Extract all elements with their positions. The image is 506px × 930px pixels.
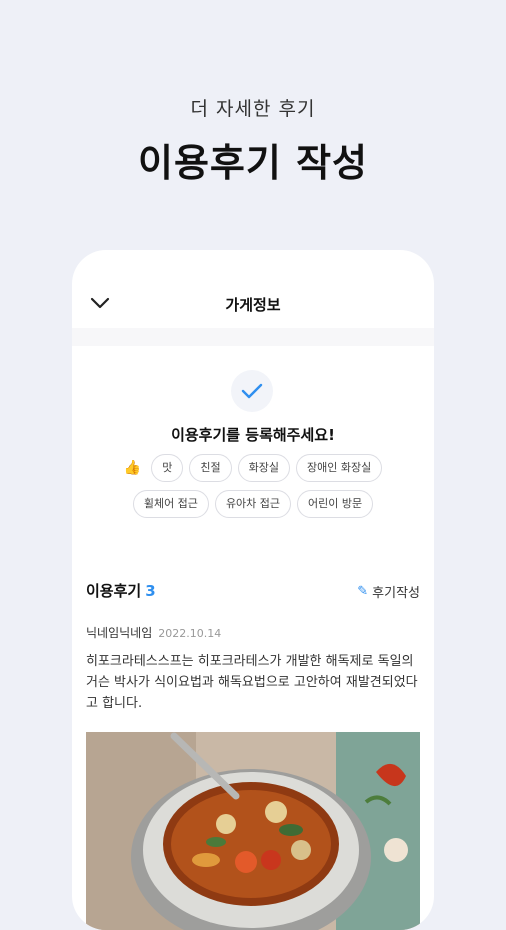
section-divider	[72, 328, 434, 346]
promo-subtitle: 더 자세한 후기	[190, 98, 316, 120]
review-photo[interactable]	[86, 732, 420, 930]
tag-row-2: 휠체어 접근 유아차 접근 어린이 방문	[72, 490, 434, 518]
tag-row-1: 👍 맛 친절 화장실 장애인 화장실	[72, 454, 434, 482]
tag-chip[interactable]: 유아차 접근	[214, 490, 292, 518]
tag-chip[interactable]: 휠체어 접근	[132, 490, 209, 518]
thumbs-up-icon: 👍	[123, 460, 142, 476]
tag-chip[interactable]: 친절	[189, 454, 232, 482]
review-author: 닉네임닉네임	[86, 626, 153, 640]
review-date: 2022.10.14	[158, 627, 222, 640]
page-title: 가게정보	[225, 296, 281, 314]
review-text: 히포크라테스스프는 히포크라테스가 개발한 해독제로 독일의 거슨 박사가 식이…	[86, 654, 418, 711]
soup-photo-illustration	[86, 732, 420, 930]
reviews-count: 3	[145, 582, 156, 600]
top-bar: 가게정보	[72, 250, 434, 328]
pencil-icon: ✎	[357, 584, 369, 599]
empty-review-state: 이용후기를 등록해주세요! 👍 맛 친절 화장실 장애인 화장실 휠체어 접근 …	[72, 346, 434, 562]
tag-chip[interactable]: 화장실	[237, 454, 290, 482]
reviews-header: 이용후기 3 ✎ 후기작성	[86, 580, 420, 610]
write-review-button[interactable]: ✎ 후기작성	[357, 582, 420, 601]
review-meta: 닉네임닉네임 2022.10.14	[86, 624, 420, 641]
phone-screen: 가게정보 이용후기를 등록해주세요! 👍 맛 친절 화장실 장애인 화장실 휠체…	[72, 250, 434, 930]
reviews-section: 이용후기 3 ✎ 후기작성 닉네임닉네임 2022.10.14 히포크라테스스프는 …	[86, 580, 420, 930]
tag-chip[interactable]: 맛	[151, 454, 184, 482]
reviews-title: 이용후기	[86, 582, 142, 600]
promo-title: 이용후기 작성	[138, 141, 368, 185]
tag-chip[interactable]: 장애인 화장실	[295, 454, 383, 482]
check-badge	[231, 370, 273, 412]
check-icon	[241, 383, 263, 399]
review-prompt: 이용후기를 등록해주세요!	[171, 426, 335, 444]
tag-chip[interactable]: 어린이 방문	[297, 490, 374, 518]
write-review-label: 후기작성	[372, 586, 420, 601]
